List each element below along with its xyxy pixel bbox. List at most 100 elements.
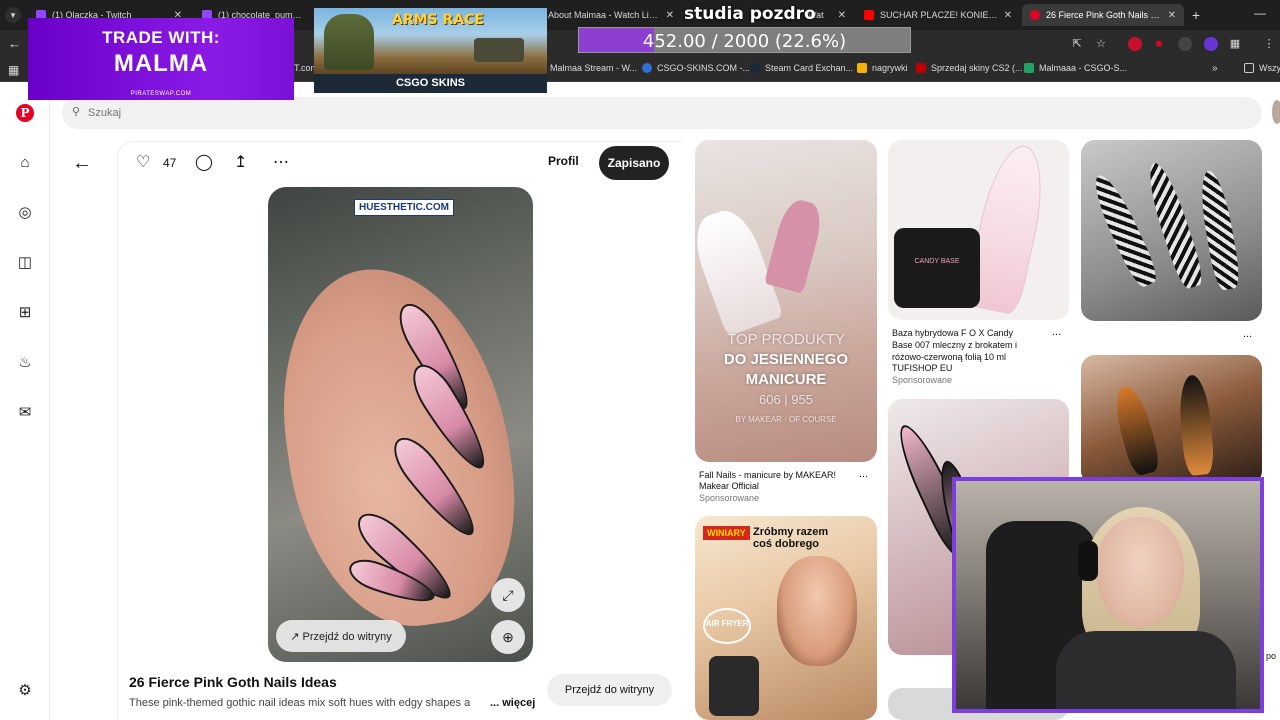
nail-shape	[1086, 170, 1162, 290]
ad-text-line: 606 | 955	[759, 392, 813, 407]
create-icon[interactable]: ⊞	[15, 303, 35, 323]
bookmark-item[interactable]: Steam Card Exchan...	[750, 63, 853, 73]
ad-text-line: BY MAKEAR · OF COURSE	[735, 415, 837, 424]
soldier-shape	[324, 14, 374, 70]
air-fryer-badge: AIR FRYER	[703, 608, 751, 644]
more-options-icon[interactable]: ...	[859, 468, 868, 480]
extension-icon[interactable]: ■	[1152, 37, 1166, 51]
explore-icon[interactable]: ◎	[15, 203, 35, 223]
visit-site-button[interactable]: Przejdź do witryny	[547, 674, 672, 706]
product-jar: CANDY BASE	[894, 228, 980, 308]
tab-label: About Malmaa - Watch Live on	[548, 10, 660, 20]
close-icon[interactable]: ✕	[838, 10, 846, 21]
image-watermark: HUESTHETIC.COM	[354, 199, 454, 216]
external-link-icon: ↗	[290, 630, 303, 643]
menu-icon[interactable]: ⋮	[1262, 37, 1276, 51]
more-options-icon[interactable]: ⋯	[273, 152, 289, 172]
bookmark-label: Steam Card Exchan...	[765, 63, 854, 73]
ad-text-line: coś dobrego	[753, 538, 820, 550]
bookmark-item[interactable]: Malmaaa - CSGO-S...	[1024, 63, 1127, 73]
extension-icon[interactable]	[1178, 37, 1192, 51]
messages-icon[interactable]: ✉	[15, 403, 35, 423]
browser-tab[interactable]: About Malmaa - Watch Live on ✕	[540, 4, 682, 26]
pin-description: These pink-themed gothic nail ideas mix …	[129, 697, 471, 709]
arms-race-title: ARMS RACE	[392, 12, 484, 28]
apps-grid-icon[interactable]: ▦	[8, 63, 19, 77]
grid-title-line: różowo-czerwoną folią 10 ml	[892, 352, 1007, 362]
grid-pin-image[interactable]: CANDY BASE	[888, 140, 1069, 320]
profile-button[interactable]: Profil	[548, 154, 579, 168]
pinterest-logo-icon[interactable]: P	[16, 104, 34, 122]
grid-title-line: Baza hybrydowa F O X Candy	[892, 328, 1014, 338]
tab-search-icon[interactable]: ▾	[5, 7, 21, 23]
more-link[interactable]: ... więcej	[490, 697, 535, 709]
close-icon[interactable]: ✕	[1168, 10, 1176, 21]
grid-pin-source[interactable]: TUFISHOP EU	[892, 363, 952, 373]
avatar[interactable]	[1272, 100, 1280, 124]
more-options-icon[interactable]: ...	[1243, 328, 1252, 340]
grid-pin-image[interactable]: WINIARY Zróbmy razem coś dobrego AIR FRY…	[695, 516, 877, 720]
ad-text-line: MANICURE	[745, 371, 827, 388]
bookmark-item[interactable]: Malmaa Stream - W...	[550, 63, 637, 73]
youtube-icon	[864, 10, 874, 20]
saved-button[interactable]: Zapisano	[599, 146, 669, 180]
gear-icon[interactable]: ⚙	[15, 681, 35, 701]
extension-icon[interactable]	[1204, 37, 1218, 51]
winiary-logo: WINIARY	[703, 526, 750, 540]
heart-icon[interactable]: ♡	[136, 152, 150, 172]
new-tab-button[interactable]: +	[1186, 5, 1206, 25]
back-arrow-icon[interactable]: ←	[8, 36, 21, 51]
grid-pin-image[interactable]	[1081, 140, 1262, 321]
person-shape	[777, 556, 857, 666]
sponsored-label: Sponsorowane	[892, 375, 953, 385]
opera-icon[interactable]	[1128, 37, 1142, 51]
face-shape	[1096, 517, 1184, 627]
bookmark-item[interactable]: CSGO-SKINS.COM -...	[642, 63, 750, 73]
search-input[interactable]	[88, 103, 688, 123]
close-icon[interactable]: ✕	[1004, 10, 1012, 21]
search-bar[interactable]: ⚲	[62, 97, 1262, 129]
comment-icon[interactable]: ◯	[195, 152, 213, 172]
bookmark-item[interactable]: Sprzedaj skiny CS2 (...	[916, 63, 1023, 73]
goal-progress-text: 452.00 / 2000 (22.6%)	[642, 31, 847, 52]
bell-icon[interactable]: ♨	[15, 353, 35, 373]
ad-text-line: DO JESIENNEGO	[723, 351, 849, 368]
nail-shape	[1195, 168, 1243, 292]
bookmark-label: Malmaaa - CSGO-S...	[1039, 63, 1128, 73]
expand-icon[interactable]: ⤢	[491, 578, 525, 612]
bookmark-item[interactable]: nagrywki	[857, 63, 908, 73]
chevron-right-icon[interactable]: »	[1212, 63, 1218, 74]
visit-site-button[interactable]: ↗ Przejdź do witryny	[276, 620, 406, 652]
share-icon[interactable]: ↥	[234, 152, 247, 172]
grid-pin-image[interactable]: TOP PRODUKTY DO JESIENNEGO MANICURE 606 …	[695, 140, 877, 462]
trade-line: TRADE WITH:	[102, 28, 220, 47]
back-arrow-icon[interactable]: ←	[72, 152, 92, 175]
ad-text-line: TOP PRODUKTY	[727, 331, 845, 348]
home-icon[interactable]: ⌂	[15, 153, 35, 173]
more-options-icon[interactable]: ...	[1052, 326, 1061, 338]
grid-pin-source[interactable]: Makear Official	[699, 481, 759, 491]
boards-icon[interactable]: ◫	[15, 253, 35, 273]
pin-title: 26 Fierce Pink Goth Nails Ideas	[129, 674, 337, 690]
bookmark-folder[interactable]: Wszy	[1244, 63, 1280, 73]
nail-shape	[1176, 373, 1216, 477]
install-icon[interactable]: ⇱	[1070, 37, 1084, 51]
sidebar-divider	[49, 82, 50, 720]
grid-pin-title[interactable]: Baza hybrydowa F O X Candy Base 007 mlec…	[892, 327, 1017, 363]
star-icon[interactable]: ☆	[1094, 37, 1108, 51]
grid-pin-image[interactable]	[1081, 355, 1262, 485]
nail-shape	[764, 196, 826, 294]
grid-pin-title[interactable]: Fall Nails - manicure by MAKEAR!	[699, 469, 836, 481]
bookmark-label: Malmaa Stream - W...	[550, 63, 638, 73]
minimize-icon[interactable]: —	[1254, 6, 1266, 20]
visual-search-icon[interactable]: ⊕	[491, 620, 525, 654]
puzzle-icon[interactable]: ▦	[1228, 37, 1242, 51]
headset-shape	[1078, 541, 1098, 581]
browser-tab-active[interactable]: 26 Fierce Pink Goth Nails Ideas ✕	[1022, 4, 1184, 26]
search-icon: ⚲	[72, 106, 81, 118]
trade-overlay-banner: TRADE WITH: MALMA PIRATESWAP.COM	[28, 18, 294, 100]
sheets-icon	[1024, 63, 1034, 73]
browser-tab[interactable]: SUCHAR PLACZE! KONIEC ZWI ✕	[856, 4, 1020, 26]
close-icon[interactable]: ✕	[666, 10, 674, 21]
like-count: 47	[163, 156, 177, 170]
